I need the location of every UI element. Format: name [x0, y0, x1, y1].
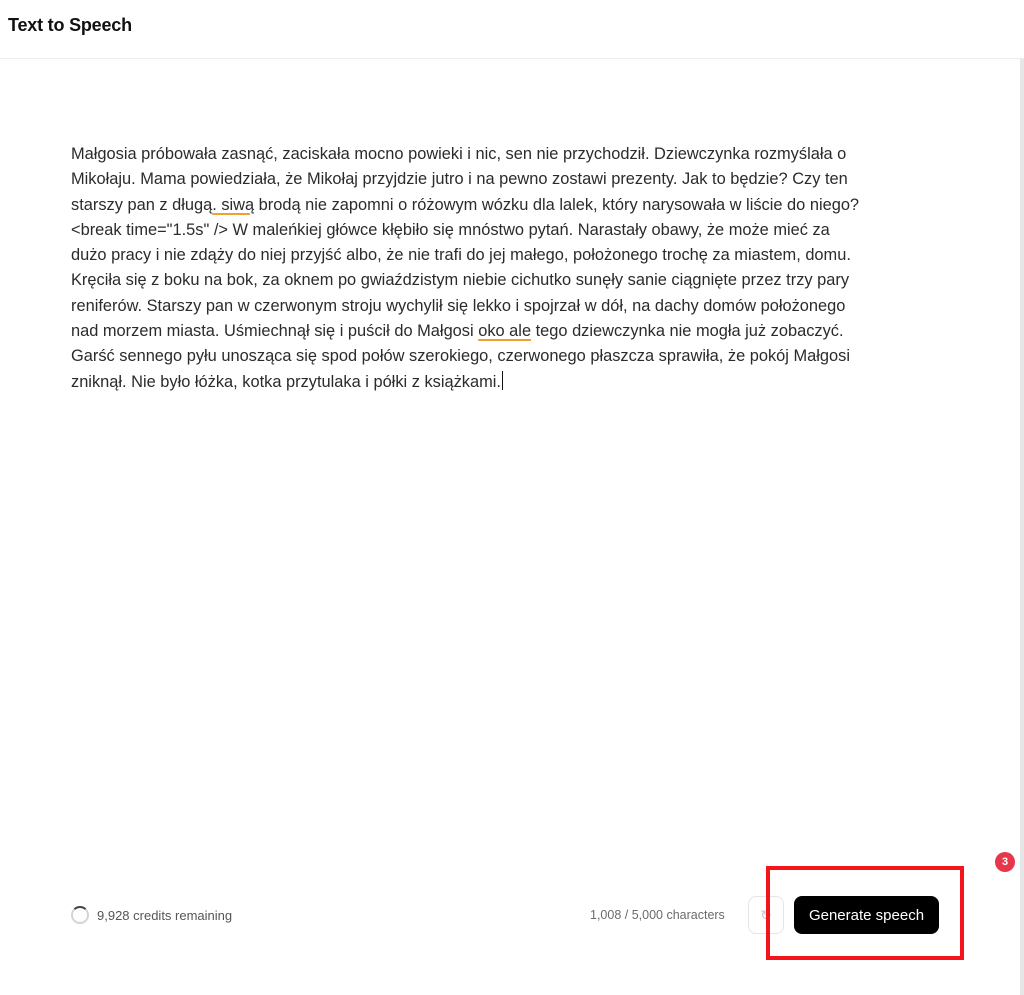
- text-editor[interactable]: Małgosia próbowała zasnąć, zaciskała moc…: [71, 142, 951, 395]
- editor-line: starszy pan z długą. siwą brodą nie zapo…: [71, 195, 860, 214]
- page-title: Text to Speech: [8, 15, 132, 35]
- editor-line: Kręciła się z boku na bok, za oknem po g…: [71, 271, 850, 290]
- spellcheck-mark[interactable]: oko ale: [478, 322, 531, 340]
- notification-badge: 3: [995, 852, 1015, 872]
- scrollbar[interactable]: [1020, 59, 1024, 995]
- refresh-icon: ↻: [760, 906, 772, 923]
- editor-line: Garść sennego pyłu unosząca się spod poł…: [71, 347, 850, 366]
- header: Text to Speech: [0, 0, 1024, 59]
- generate-speech-button[interactable]: Generate speech: [794, 896, 939, 934]
- loading-spinner-icon: [71, 906, 89, 924]
- editor-line: <break time="1.5s" /> W maleńkiej główce…: [71, 220, 830, 239]
- editor-line: dużo pracy i nie zdąży do niej przyjść a…: [71, 246, 851, 265]
- credits-label: 9,928 credits remaining: [97, 907, 233, 923]
- editor-line: Małgosia próbowała zasnąć, zaciskała moc…: [71, 145, 847, 163]
- editor-line: nad morzem miasta. Uśmiechnął się i puśc…: [71, 322, 844, 341]
- spellcheck-mark[interactable]: . siwą: [212, 196, 254, 214]
- editor-line: zniknął. Nie było łóżka, kotka przytulak…: [71, 370, 503, 391]
- editor-line: Mikołaju. Mama powiedziała, że Mikołaj p…: [71, 170, 848, 189]
- credits-indicator: 9,928 credits remaining: [71, 906, 232, 924]
- editor-line: reniferów. Starszy pan w czerwonym stroj…: [71, 296, 846, 315]
- text-caret: [501, 370, 503, 390]
- history-button[interactable]: ↻: [748, 896, 784, 934]
- editor-footer: 9,928 credits remaining 1,008 / 5,000 ch…: [0, 890, 1024, 940]
- character-count: 1,008 / 5,000 characters: [590, 908, 725, 922]
